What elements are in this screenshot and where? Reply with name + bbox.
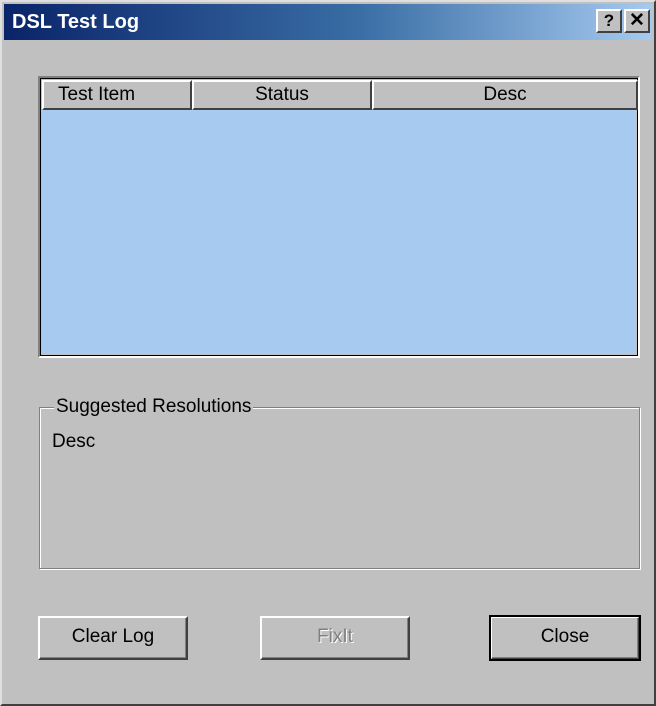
close-icon[interactable]: ✕ [624,9,650,33]
fix-it-button[interactable]: FixIt [260,616,410,660]
list-header: Test Item Status Desc [42,80,638,110]
fix-it-label: FixIt [317,626,353,647]
column-header-status[interactable]: Status [192,80,372,110]
test-log-list[interactable]: Test Item Status Desc [38,76,640,358]
title-bar[interactable]: DSL Test Log ? ✕ [4,4,652,40]
resolution-description: Desc [52,431,96,452]
close-label: Close [540,626,590,647]
close-button[interactable]: Close [489,615,641,661]
dsl-test-log-dialog: DSL Test Log ? ✕ Test Item Status Desc S… [0,0,656,706]
suggested-resolutions-group: Suggested Resolutions Desc [39,395,640,569]
clear-log-button[interactable]: Clear Log [38,616,188,660]
list-body[interactable] [42,110,636,354]
column-header-test-item[interactable]: Test Item [42,80,192,110]
list-area: Test Item Status Desc [42,80,638,354]
group-label: Suggested Resolutions [54,395,254,419]
column-header-desc[interactable]: Desc [372,80,638,110]
window-title: DSL Test Log [12,11,140,33]
clear-log-label: Clear Log [71,626,155,647]
help-icon[interactable]: ? [596,9,622,33]
